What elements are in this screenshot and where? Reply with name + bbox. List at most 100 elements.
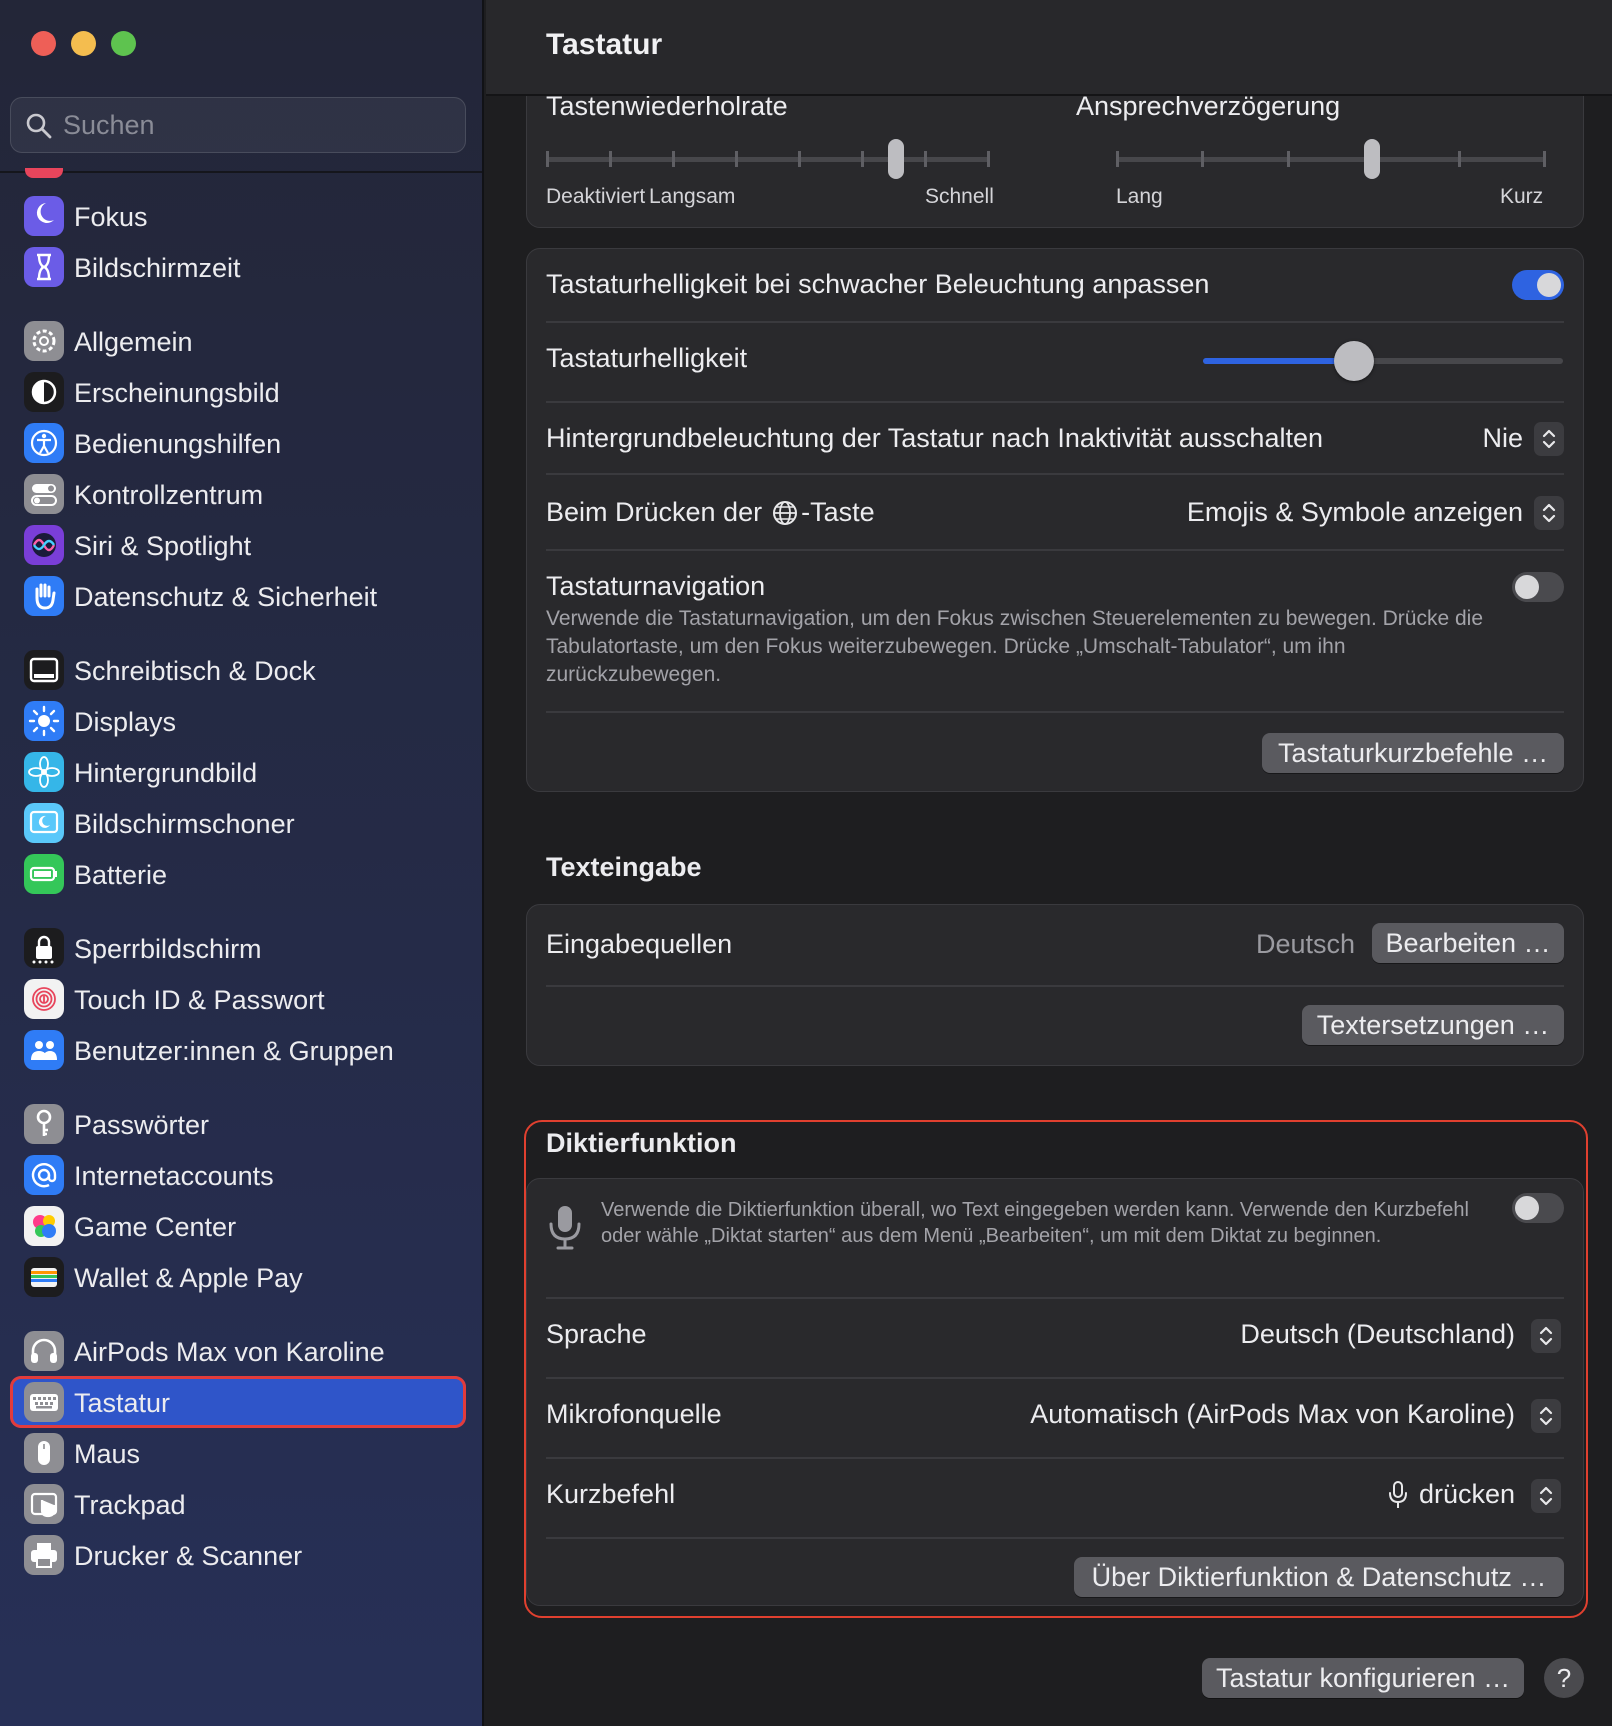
sidebar-item-label: Batterie (74, 860, 168, 890)
chevron-updown-icon (1539, 1406, 1553, 1426)
repeat-rate-tick (609, 151, 612, 167)
gear-icon (24, 321, 64, 361)
keyboard-settings-card: Tastaturhelligkeit bei schwacher Beleuch… (526, 248, 1584, 792)
keyboard-shortcuts-button[interactable]: Tastaturkurzbefehle … (1262, 733, 1564, 773)
sidebar-item-siri-spotlight[interactable]: Siri & Spotlight (10, 519, 466, 571)
sidebar-item-benutzer-innen-gruppen[interactable]: Benutzer:innen & Gruppen (10, 1024, 466, 1076)
text-replacements-button[interactable]: Textersetzungen … (1302, 1005, 1564, 1045)
sidebar-item-label: Bedienungshilfen (74, 429, 282, 459)
sidebar-item-drucker-scanner[interactable]: Drucker & Scanner (10, 1529, 466, 1581)
microphone-source-value[interactable]: Automatisch (AirPods Max von Karoline) (1030, 1399, 1515, 1430)
sidebar-item-batterie[interactable]: Batterie (10, 848, 466, 900)
delay-tick (1457, 151, 1461, 167)
appearance-icon (24, 372, 64, 412)
users-icon (24, 1030, 64, 1070)
brightness-knob[interactable] (1334, 341, 1375, 381)
sidebar-item-datenschutz-sicherheit[interactable]: Datenschutz & Sicherheit (10, 570, 466, 622)
sidebar-item-label: Touch ID & Passwort (74, 985, 325, 1015)
sidebar-item-game-center[interactable]: Game Center (10, 1200, 466, 1252)
backlight-off-value[interactable]: Nie (1482, 423, 1523, 454)
dictation-language-stepper[interactable] (1531, 1319, 1561, 1353)
sidebar-item-allgemein[interactable]: Allgemein (10, 315, 466, 367)
delay-slider[interactable] (1116, 139, 1546, 179)
edit-input-sources-button[interactable]: Bearbeiten … (1372, 923, 1564, 963)
sidebar-item-erscheinungsbild[interactable]: Erscheinungsbild (10, 366, 466, 418)
sidebar-item-bildschirmschoner[interactable]: Bildschirmschoner (10, 797, 466, 849)
sidebar-item-touch-id-passwort[interactable]: Touch ID & Passwort (10, 973, 466, 1025)
globe-key-label: Beim Drücken der -Taste (546, 497, 875, 528)
repeat-label-slow: Langsam (649, 185, 736, 208)
sidebar-item-displays[interactable]: Displays (10, 695, 466, 747)
sidebar-item-airpods-max-von-karoline[interactable]: AirPods Max von Karoline (10, 1325, 466, 1377)
separator (546, 1457, 1564, 1459)
navigation-description: Verwende die Tastaturnavigation, um den … (546, 607, 1484, 686)
sidebar-item-fokus[interactable]: Fokus (10, 190, 466, 242)
minimize-window-button[interactable] (71, 31, 96, 56)
chevron-updown-icon (1539, 1486, 1553, 1506)
sidebar-item-label: Maus (74, 1439, 141, 1469)
zoom-window-button[interactable] (111, 31, 136, 56)
repeat-rate-knob[interactable] (888, 139, 905, 179)
partial-icon (25, 168, 63, 178)
sidebar-item-schreibtisch-dock[interactable]: Schreibtisch & Dock (10, 644, 466, 696)
dictation-toggle[interactable] (1512, 1193, 1564, 1223)
globe-key-stepper[interactable] (1534, 496, 1564, 530)
search-field[interactable] (10, 97, 466, 153)
search-input[interactable] (63, 98, 453, 152)
brightness-slider[interactable] (1203, 341, 1563, 381)
sidebar-item-maus[interactable]: Maus (10, 1427, 466, 1479)
dictation-shortcut-stepper[interactable] (1531, 1479, 1561, 1513)
text-input-card: Eingabequellen Deutsch Bearbeiten … Text… (526, 904, 1584, 1066)
backlight-off-stepper[interactable] (1534, 422, 1564, 456)
dictation-language-value[interactable]: Deutsch (Deutschland) (1240, 1319, 1515, 1350)
chevron-updown-icon (1542, 503, 1556, 523)
delay-tick (1201, 151, 1205, 167)
auto-brightness-toggle[interactable] (1512, 270, 1564, 300)
sidebar-item-passwörter[interactable]: Passwörter (10, 1098, 466, 1150)
sidebar-item-label: Internetaccounts (74, 1161, 274, 1191)
sidebar-item-hintergrundbild[interactable]: Hintergrundbild (10, 746, 466, 798)
hand-icon (24, 576, 64, 616)
sidebar-item-sperrbildschirm[interactable]: Sperrbildschirm (10, 922, 466, 974)
configure-keyboard-button[interactable]: Tastatur konfigurieren … (1202, 1658, 1524, 1698)
about-dictation-button[interactable]: Über Diktierfunktion & Datenschutz … (1074, 1557, 1564, 1597)
brightness-label: Tastaturhelligkeit (546, 343, 748, 373)
repeat-label-off: Deaktiviert (546, 185, 646, 208)
sidebar-item-label: Trackpad (74, 1490, 186, 1520)
sidebar-item-tastatur[interactable]: Tastatur (10, 1376, 466, 1428)
help-button[interactable]: ? (1544, 1658, 1584, 1698)
sidebar-item-label: Bildschirmschoner (74, 809, 295, 839)
separator (546, 321, 1564, 323)
separator (546, 401, 1564, 403)
sidebar-item-bildschirmzeit[interactable]: Bildschirmzeit (10, 241, 466, 293)
sidebar-item-kontrollzentrum[interactable]: Kontrollzentrum (10, 468, 466, 520)
repeat-rate-slider[interactable] (546, 139, 990, 179)
keyboard-icon (24, 1382, 64, 1422)
sidebar-item-label: Kontrollzentrum (74, 480, 264, 510)
at-icon (24, 1155, 64, 1195)
sidebar-item-label: Siri & Spotlight (74, 531, 252, 561)
gamecenter-icon (24, 1206, 64, 1246)
sidebar-item-trackpad[interactable]: Trackpad (10, 1478, 466, 1530)
repeat-rate-tick (924, 151, 927, 167)
sidebar-item-internetaccounts[interactable]: Internetaccounts (10, 1149, 466, 1201)
dictation-shortcut-value[interactable]: drücken (1387, 1479, 1515, 1510)
battery-icon (24, 854, 64, 894)
delay-knob[interactable] (1364, 139, 1381, 179)
fingerprint-icon (24, 979, 64, 1019)
close-window-button[interactable] (31, 31, 56, 56)
sidebar-item-wallet-apple-pay[interactable]: Wallet & Apple Pay (10, 1251, 466, 1303)
mouse-icon (24, 1433, 64, 1473)
backlight-off-label: Hintergrundbeleuchtung der Tastatur nach… (546, 423, 1323, 453)
navigation-toggle[interactable] (1512, 572, 1564, 602)
repeat-rate-tick (546, 151, 549, 167)
microphone-source-stepper[interactable] (1531, 1399, 1561, 1433)
repeat-rate-tick (798, 151, 801, 167)
brightness-fill (1203, 358, 1355, 364)
chevron-updown-icon (1542, 429, 1556, 449)
sidebar-item-bedienungshilfen[interactable]: Bedienungshilfen (10, 417, 466, 469)
input-sources-value: Deutsch (1256, 929, 1356, 959)
separator (546, 985, 1564, 987)
sidebar-item-label: Hintergrundbild (74, 758, 258, 788)
globe-key-value[interactable]: Emojis & Symbole anzeigen (1187, 497, 1523, 528)
